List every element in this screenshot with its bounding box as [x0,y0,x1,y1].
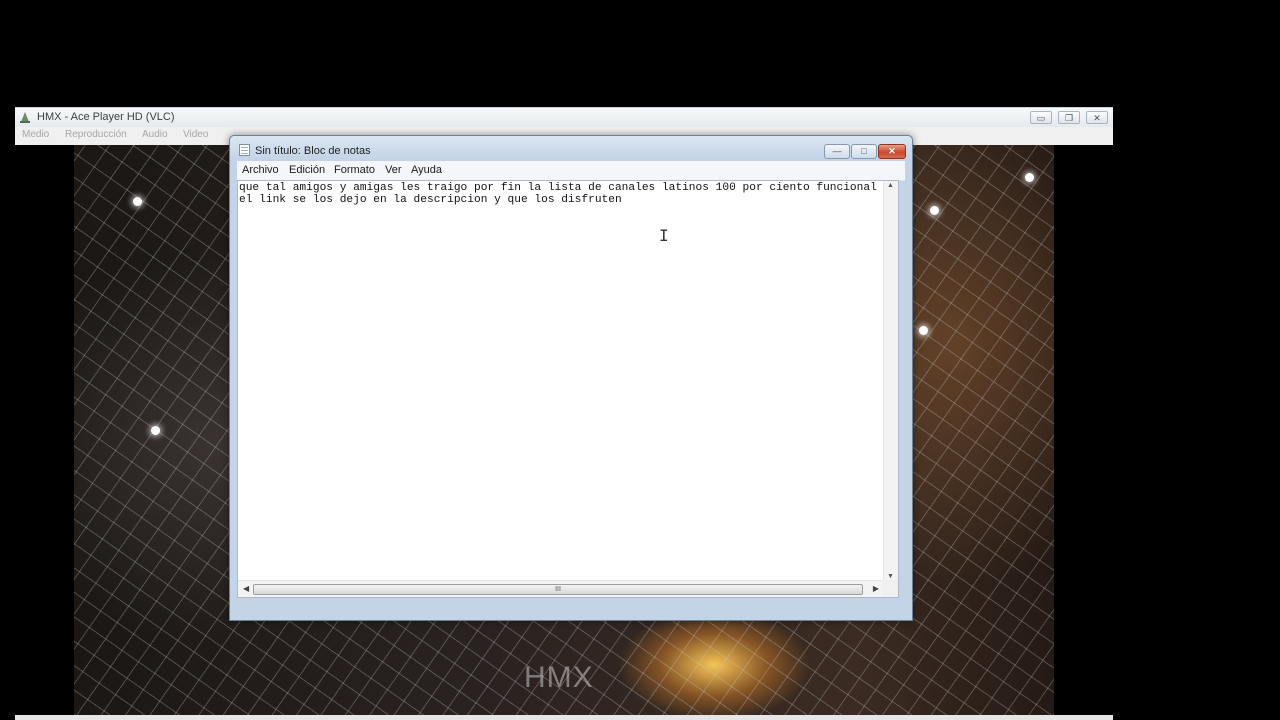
player-menu-audio[interactable]: Audio [142,129,168,140]
notepad-window-title: Sin título: Bloc de notas [255,145,371,157]
player-minimize-button[interactable]: ▭ [1030,111,1052,124]
video-light-spot [919,326,928,335]
menu-ayuda[interactable]: Ayuda [411,164,442,176]
player-bottom-strip [15,715,1113,720]
notepad-window[interactable]: Sin título: Bloc de notas — □ ✕ Archivo … [229,135,913,621]
ace-player-icon [20,112,30,123]
video-light-spot [930,206,939,215]
scroll-left-icon[interactable]: ◀ [243,584,249,593]
player-close-button[interactable]: ✕ [1086,111,1108,124]
notepad-close-button[interactable]: ✕ [878,144,906,159]
video-watermark: HMX [524,661,594,694]
notepad-text-area[interactable]: que tal amigos y amigas les traigo por f… [237,180,899,598]
notepad-menubar: Archivo Edición Formato Ver Ayuda [237,161,905,181]
player-menu-medio[interactable]: Medio [22,129,49,140]
vertical-scrollbar[interactable]: ▲ ▼ [883,181,898,581]
player-restore-button[interactable]: ❐ [1058,111,1080,124]
scrollbar-corner [882,580,898,597]
player-menu-video[interactable]: Video [183,129,208,140]
horizontal-scroll-thumb[interactable]: III [253,584,863,595]
notepad-icon [239,144,250,156]
video-light-spot [151,426,160,435]
player-menu-reproduccion[interactable]: Reproducción [65,129,127,140]
video-light-spot [133,197,142,206]
notepad-maximize-button[interactable]: □ [851,144,877,159]
menu-archivo[interactable]: Archivo [242,164,279,176]
text-cursor-icon: I [659,226,669,245]
notepad-document-text[interactable]: que tal amigos y amigas les traigo por f… [239,182,877,206]
scroll-down-icon[interactable]: ▼ [887,573,894,580]
menu-ver[interactable]: Ver [385,164,402,176]
menu-edicion[interactable]: Edición [289,164,325,176]
menu-formato[interactable]: Formato [334,164,375,176]
notepad-titlebar[interactable]: Sin título: Bloc de notas — □ ✕ [230,136,912,161]
horizontal-scrollbar[interactable]: ◀ III ▶ [238,580,884,597]
scroll-up-icon[interactable]: ▲ [887,182,894,189]
player-titlebar[interactable]: HMX - Ace Player HD (VLC) ▭ ❐ ✕ [15,107,1113,128]
player-window-title: HMX - Ace Player HD (VLC) [37,111,175,123]
scroll-right-icon[interactable]: ▶ [873,584,879,593]
notepad-minimize-button[interactable]: — [824,144,850,159]
video-light-spot [1025,173,1034,182]
